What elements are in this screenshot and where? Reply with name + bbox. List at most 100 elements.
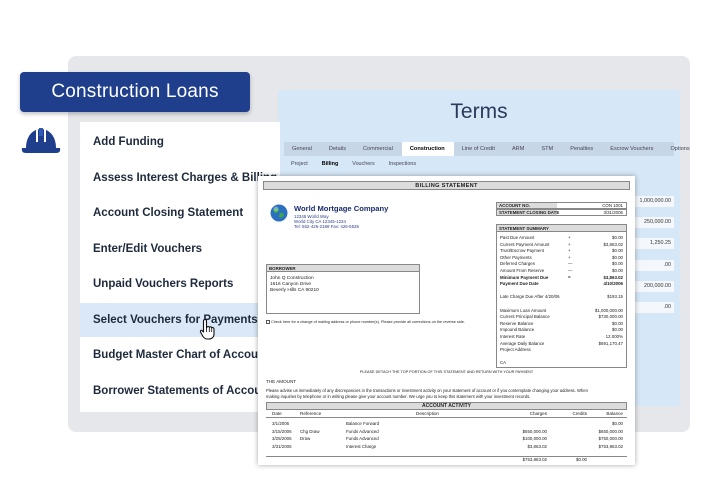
activity-cell-date: 3/1/2006 — [272, 421, 290, 426]
tab-details[interactable]: Details — [321, 142, 355, 156]
amount-label: THE AMOUNT — [266, 379, 297, 384]
summary-row — [500, 301, 623, 307]
summary-row: Payment Due Date 4/10/2006 — [500, 281, 623, 287]
summary-row: Impound Balance $0.00 — [500, 327, 623, 333]
summary-row: Project Address — [500, 347, 623, 353]
menu-item[interactable]: Borrower Statements of Account — [80, 374, 280, 408]
summary-value: $0.00 — [612, 268, 623, 273]
summary-operator: — — [568, 268, 573, 273]
summary-operator: + — [568, 248, 571, 254]
account-row: STATEMENT CLOSING DATE 3/31/2006 — [496, 208, 627, 216]
account-value: CON 1001 — [602, 203, 623, 208]
summary-row: Interest Rate 12.000% — [500, 334, 623, 340]
summary-label: Impound Balance — [500, 327, 535, 333]
tab-options[interactable]: Options — [662, 142, 698, 156]
summary-operator: — — [568, 261, 573, 267]
activity-cell-charges: $650,000.00 — [522, 428, 547, 434]
tab-arm[interactable]: ARM — [504, 142, 533, 156]
table-row: 3/31/2006 Interest Charge $3,863.02 $753,86… — [266, 444, 627, 450]
company-name: World Mortgage Company — [294, 204, 389, 213]
col-description: Description — [416, 411, 439, 416]
col-balance: Balance — [606, 411, 623, 416]
tab-line-of-credit[interactable]: Line of Credit — [454, 142, 504, 156]
menu-item[interactable]: Assess Interest Charges & Billing — [80, 161, 280, 195]
summary-label: Other Payments — [500, 254, 532, 260]
summary-value: $0.00 — [612, 327, 623, 333]
notice-line: making inquiries by telephone or in writ… — [266, 394, 531, 399]
summary-value: $730,000.00 — [598, 314, 623, 320]
tab-general[interactable]: General — [284, 142, 321, 156]
activity-cell-ref: Chg Draw — [300, 428, 320, 434]
summary-row: Late Charge Due After 4/20/06 $193.15 — [500, 294, 623, 300]
summary-label: Past Due Amount — [500, 235, 535, 240]
summary-row: Amount From Reserve — $0.00 — [500, 268, 623, 274]
total-charges: $753,863.02 — [522, 457, 547, 462]
statement-summary: STATEMENT SUMMARY Past Due Amount + $0.00 C… — [496, 224, 627, 368]
menu-item[interactable]: Add Funding — [80, 125, 280, 159]
col-charges: Charges — [529, 411, 547, 416]
subtab-billing[interactable]: Billing — [315, 158, 345, 170]
subtab-vouchers[interactable]: Vouchers — [345, 158, 381, 170]
subtab-project[interactable]: Project — [284, 158, 315, 170]
summary-value: $0.00 — [612, 261, 623, 267]
page-title: Construction Loans — [20, 72, 250, 112]
summary-value: $3,863.02 — [603, 274, 623, 280]
hand-pointer-icon — [199, 318, 215, 340]
menu-item[interactable]: Budget Master Chart of Accounts — [80, 338, 280, 372]
activity-cell-desc: Funds Advanced — [346, 428, 379, 434]
summary-operator: + — [568, 254, 571, 260]
account-row: ACCOUNT NO. CON 1001 — [496, 202, 627, 209]
tab-penalties[interactable]: Penalties — [562, 142, 602, 156]
activity-cell-date: 3/15/2006 — [272, 428, 292, 434]
activity-cell-ref: Draw — [300, 436, 311, 441]
menu-item[interactable]: Select Vouchers for Payments — [80, 302, 280, 337]
tab-construction[interactable]: Construction — [401, 142, 454, 156]
summary-operator: + — [568, 235, 571, 240]
summary-value: $691,170.47 — [598, 340, 623, 346]
activity-cell-charges: $3,863.02 — [527, 443, 547, 449]
bill-header: BILLING STATEMENT — [263, 181, 630, 190]
subtab-inspections[interactable]: Inspections — [382, 158, 423, 170]
col-credits: Credits — [572, 411, 587, 416]
summary-label: Project Address — [500, 347, 531, 353]
summary-value: $193.15 — [607, 294, 623, 300]
summary-value: $0.00 — [612, 248, 623, 254]
summary-value: $3,863.02 — [603, 241, 623, 247]
summary-label: Maximum Loan Amount — [500, 307, 547, 313]
summary-label: CA — [500, 360, 507, 366]
summary-label: Amount From Reserve — [500, 268, 545, 273]
globe-logo-icon — [270, 204, 288, 222]
summary-value: 12.000% — [605, 334, 623, 339]
tab-stm[interactable]: STM — [533, 142, 562, 156]
address-change-checkbox[interactable] — [266, 320, 270, 324]
activity-header: ACCOUNT ACTIVITY — [266, 402, 627, 410]
account-label: STATEMENT CLOSING DATE — [497, 209, 560, 215]
table-row: 3/15/2006 Chg Draw Funds Advanced $650,000.… — [266, 429, 627, 435]
summary-row: Reserve Balance $0.00 — [500, 321, 623, 327]
tab-escrow-vouchers[interactable]: Escrow Vouchers — [602, 142, 662, 156]
borrower-header: BORROWER — [267, 265, 419, 272]
address-change-label: Check here for a change of mailing addre… — [271, 320, 465, 324]
borrower-line: Beverly Hills CA 90210 — [270, 288, 319, 293]
notice-line: Please advise us immediately of any disc… — [266, 388, 588, 393]
col-date: Date — [272, 411, 282, 416]
summary-operator: = — [568, 274, 571, 280]
summary-value: $0.00 — [612, 235, 623, 240]
menu-list: Add Funding Assess Interest Charges & Bil… — [80, 122, 280, 412]
col-reference: Reference — [300, 411, 322, 416]
summary-row — [500, 354, 623, 360]
activity-columns: Date Reference Description Charges Credi… — [266, 410, 627, 418]
menu-item[interactable]: Enter/Edit Vouchers — [80, 232, 280, 266]
summary-label: Current Principal Balance — [500, 314, 550, 320]
activity-cell-balance: $0.00 — [612, 421, 623, 426]
borrower-line: 1616 Canyon Drive — [270, 282, 312, 287]
menu-item[interactable]: Unpaid Vouchers Reports — [80, 267, 280, 301]
menu-item[interactable]: Account Closing Statement — [80, 196, 280, 230]
table-row: 3/25/2006 Draw Funds Advanced $100,000.00 $7… — [266, 436, 627, 442]
activity-cell-balance: $650,000.00 — [598, 428, 623, 434]
tab-commercial[interactable]: Commercial — [355, 142, 402, 156]
summary-row: CA — [500, 360, 623, 366]
total-credits: $0.00 — [576, 457, 587, 462]
terms-title: Terms — [450, 100, 508, 123]
summary-row: Minimum Payment Due = $3,863.02 — [500, 275, 623, 281]
